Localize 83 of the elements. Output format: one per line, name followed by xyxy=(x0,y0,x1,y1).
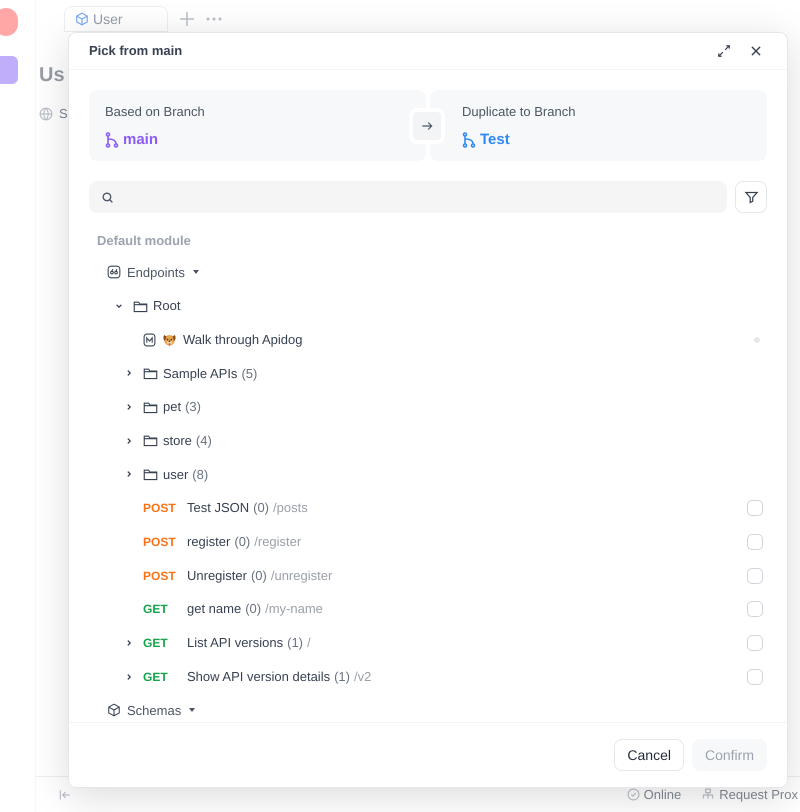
checkbox[interactable] xyxy=(747,601,763,618)
cube-icon xyxy=(107,703,121,718)
endpoint-path: /my-name xyxy=(265,600,324,618)
folder-name[interactable]: pet xyxy=(163,397,182,417)
chevron-icon[interactable] xyxy=(115,302,123,310)
branch-icon xyxy=(105,132,119,148)
branch-name: main xyxy=(123,130,158,150)
folder-name[interactable]: Sample APIs xyxy=(163,364,238,384)
checkbox[interactable] xyxy=(747,668,763,685)
page-subtitle: S xyxy=(59,105,68,123)
network-icon xyxy=(701,788,716,802)
doc-name[interactable]: Walk through Apidog xyxy=(183,330,750,350)
markdown-doc-icon xyxy=(143,332,156,347)
endpoint-path: /unregister xyxy=(270,566,334,585)
http-method: POST xyxy=(143,534,177,551)
search-field[interactable] xyxy=(89,181,727,213)
tree-group[interactable]: Endpoints xyxy=(127,262,185,282)
search-icon xyxy=(101,190,114,204)
chevron-icon[interactable] xyxy=(125,470,133,478)
item-count: (0) xyxy=(250,566,267,585)
item-count: (1) xyxy=(334,668,350,686)
http-method: POST xyxy=(143,568,177,585)
checkbox[interactable] xyxy=(747,500,763,516)
folder-icon xyxy=(143,468,158,481)
endpoint-path: / xyxy=(307,634,312,652)
dropdown-caret-icon[interactable] xyxy=(192,270,199,274)
chevron-icon[interactable] xyxy=(125,638,133,647)
folder-icon xyxy=(143,434,158,448)
online-status[interactable]: Online xyxy=(626,784,682,804)
module-heading: Default module xyxy=(97,232,192,250)
page-heading: Us xyxy=(39,63,66,88)
card-label: Duplicate to Branch xyxy=(462,103,576,121)
item-count: (8) xyxy=(192,466,208,484)
chevron-icon[interactable] xyxy=(125,369,133,378)
checkbox[interactable] xyxy=(747,568,763,584)
check-circle-icon xyxy=(626,788,640,801)
endpoint-name[interactable]: Test JSON xyxy=(187,498,250,518)
folder-name[interactable]: user xyxy=(163,464,188,484)
item-count: (1) xyxy=(287,634,303,652)
endpoint-name[interactable]: List API versions xyxy=(187,633,284,653)
branch-icon xyxy=(462,132,476,148)
endpoint-path: /register xyxy=(254,533,302,552)
folder-name[interactable]: Root xyxy=(153,296,180,316)
cancel-button[interactable]: Cancel xyxy=(614,739,684,771)
folder-name[interactable]: store xyxy=(163,431,192,451)
cube-icon xyxy=(75,12,89,26)
http-method: GET xyxy=(143,668,169,686)
card-label: Based on Branch xyxy=(105,103,206,121)
api-icon xyxy=(107,265,121,280)
chevron-icon[interactable] xyxy=(125,436,133,445)
filter-button[interactable] xyxy=(735,181,767,213)
dialog-title: Pick from main xyxy=(89,42,184,60)
endpoint-name[interactable]: register xyxy=(187,532,230,552)
endpoint-name[interactable]: get name xyxy=(187,599,242,619)
filter-icon xyxy=(744,190,758,204)
tree-group[interactable]: Schemas xyxy=(127,700,182,720)
folder-icon xyxy=(143,366,158,380)
endpoint-path: /v2 xyxy=(354,668,372,686)
item-count: (0) xyxy=(245,600,262,618)
http-method: POST xyxy=(143,500,177,518)
checkbox[interactable] xyxy=(747,634,763,651)
item-count: (0) xyxy=(234,533,250,552)
item-count: (3) xyxy=(185,398,201,416)
folder-icon xyxy=(133,300,148,313)
item-count: (5) xyxy=(241,364,258,383)
request-proxy-button[interactable]: Request Prox xyxy=(701,784,798,804)
item-count: (0) xyxy=(253,499,270,518)
http-method: GET xyxy=(143,634,169,652)
dog-face-icon xyxy=(162,332,177,348)
item-count: (4) xyxy=(196,432,212,450)
endpoint-name[interactable]: Unregister xyxy=(187,566,247,586)
chevron-icon[interactable] xyxy=(125,403,133,412)
chevron-icon[interactable] xyxy=(125,672,133,681)
endpoint-path: /posts xyxy=(273,499,309,518)
dropdown-caret-icon[interactable] xyxy=(189,708,196,712)
endpoint-name[interactable]: Show API version details xyxy=(187,666,330,686)
branch-name: Test xyxy=(480,130,510,150)
folder-icon xyxy=(143,400,158,414)
http-method: GET xyxy=(143,601,169,618)
expand-icon[interactable] xyxy=(717,44,731,58)
checkbox[interactable] xyxy=(747,534,763,550)
globe-icon xyxy=(39,106,53,121)
close-icon[interactable] xyxy=(749,44,763,58)
